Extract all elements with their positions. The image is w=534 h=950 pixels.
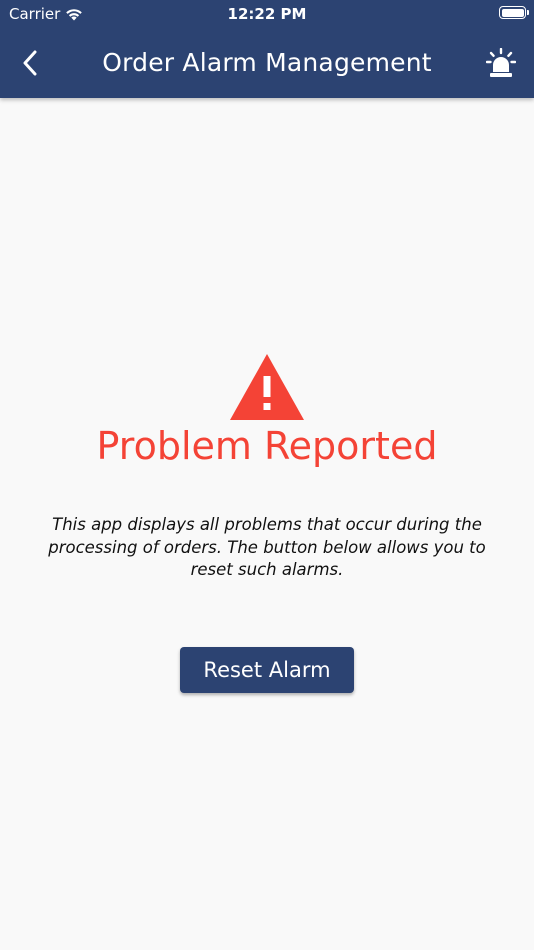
problem-description: This app displays all problems that occu… — [48, 515, 486, 579]
status-time: 12:22 PM — [227, 5, 307, 23]
alarm-button[interactable] — [484, 46, 518, 80]
battery-level — [501, 8, 524, 17]
problem-title: Problem Reported — [96, 424, 438, 468]
status-bar: Carrier 12:22 PM — [0, 0, 534, 28]
siren-alarm-icon — [486, 48, 516, 77]
warning-triangle-icon — [230, 354, 304, 420]
page-title: Order Alarm Management — [102, 48, 432, 77]
reset-alarm-button[interactable]: Reset Alarm — [180, 647, 354, 693]
main-content: Problem Reported This app displays all p… — [0, 98, 534, 950]
app-header: Carrier 12:22 PM Order Alarm Management — [0, 0, 534, 98]
navigation-bar: Order Alarm Management — [0, 28, 534, 98]
battery-icon — [499, 6, 529, 19]
